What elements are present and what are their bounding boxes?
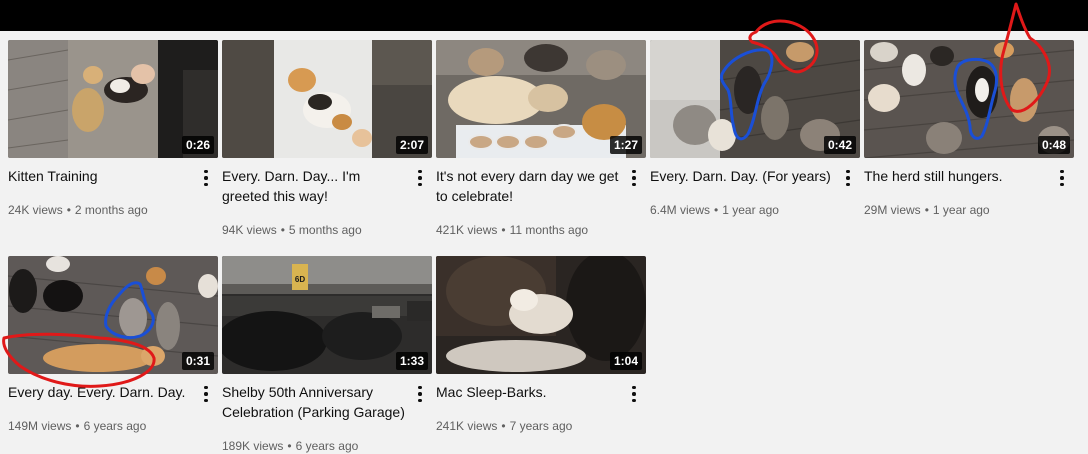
video-thumbnail[interactable]: 0:31 xyxy=(8,256,218,374)
video-thumbnail[interactable]: 0:48 xyxy=(864,40,1074,158)
video-title[interactable]: It's not every darn day we get to celebr… xyxy=(436,166,622,206)
video-metadata: 421K views • 11 months ago xyxy=(436,222,636,238)
video-metadata: 189K views • 6 years ago xyxy=(222,438,422,454)
view-count: 6.4M views xyxy=(650,203,711,217)
more-options-icon[interactable] xyxy=(198,384,214,404)
video-duration: 0:26 xyxy=(181,136,214,154)
video-metadata: 24K views • 2 months ago xyxy=(8,202,208,218)
video-title[interactable]: Shelby 50th Anniversary Celebration (Par… xyxy=(222,382,408,422)
more-options-icon[interactable] xyxy=(412,168,428,188)
upload-age: 11 months ago xyxy=(509,223,589,237)
video-title[interactable]: Kitten Training xyxy=(8,166,194,186)
video-duration: 2:07 xyxy=(395,136,428,154)
video-thumbnail[interactable]: 1:04 xyxy=(436,256,646,374)
top-bar xyxy=(0,0,1088,31)
upload-age: 1 year ago xyxy=(722,203,779,217)
separator-dot: • xyxy=(75,419,80,433)
separator-dot: • xyxy=(924,203,929,217)
upload-age: 5 months ago xyxy=(288,223,362,237)
video-thumbnail[interactable]: 6D 1:33 xyxy=(222,256,432,374)
video-title[interactable]: Every day. Every. Darn. Day. xyxy=(8,382,194,402)
video-thumbnail[interactable]: 0:26 xyxy=(8,40,218,158)
view-count: 94K views xyxy=(222,223,277,237)
more-options-icon[interactable] xyxy=(1054,168,1070,188)
video-title[interactable]: Every. Darn. Day... I'm greeted this way… xyxy=(222,166,408,206)
more-options-icon[interactable] xyxy=(840,168,856,188)
more-options-icon[interactable] xyxy=(412,384,428,404)
video-title[interactable]: The herd still hungers. xyxy=(864,166,1050,186)
view-count: 241K views xyxy=(436,419,498,433)
video-metadata: 149M views • 6 years ago xyxy=(8,418,208,434)
view-count: 421K views xyxy=(436,223,498,237)
upload-age: 7 years ago xyxy=(509,419,573,433)
video-duration: 1:33 xyxy=(395,352,428,370)
separator-dot: • xyxy=(714,203,719,217)
video-title[interactable]: Mac Sleep-Barks. xyxy=(436,382,622,402)
view-count: 24K views xyxy=(8,203,63,217)
video-duration: 0:31 xyxy=(181,352,214,370)
upload-age: 2 months ago xyxy=(74,203,148,217)
video-duration: 1:04 xyxy=(609,352,642,370)
separator-dot: • xyxy=(280,223,285,237)
video-thumbnail[interactable]: 1:27 xyxy=(436,40,646,158)
video-title[interactable]: Every. Darn. Day. (For years) xyxy=(650,166,836,186)
separator-dot: • xyxy=(501,223,506,237)
more-options-icon[interactable] xyxy=(626,168,642,188)
separator-dot: • xyxy=(501,419,506,433)
video-metadata: 94K views • 5 months ago xyxy=(222,222,422,238)
video-duration: 1:27 xyxy=(609,136,642,154)
upload-age: 6 years ago xyxy=(83,419,147,433)
view-count: 149M views xyxy=(8,419,72,433)
video-metadata: 241K views • 7 years ago xyxy=(436,418,636,434)
video-metadata: 6.4M views • 1 year ago xyxy=(650,202,850,218)
more-options-icon[interactable] xyxy=(626,384,642,404)
video-metadata: 29M views • 1 year ago xyxy=(864,202,1064,218)
view-count: 29M views xyxy=(864,203,921,217)
video-thumbnail[interactable]: 2:07 xyxy=(222,40,432,158)
video-duration: 0:48 xyxy=(1037,136,1070,154)
upload-age: 1 year ago xyxy=(932,203,990,217)
separator-dot: • xyxy=(66,203,71,217)
video-duration: 0:42 xyxy=(823,136,856,154)
parking-level-sign: 6D xyxy=(295,275,305,284)
video-thumbnail[interactable]: 0:42 xyxy=(650,40,860,158)
more-options-icon[interactable] xyxy=(198,168,214,188)
